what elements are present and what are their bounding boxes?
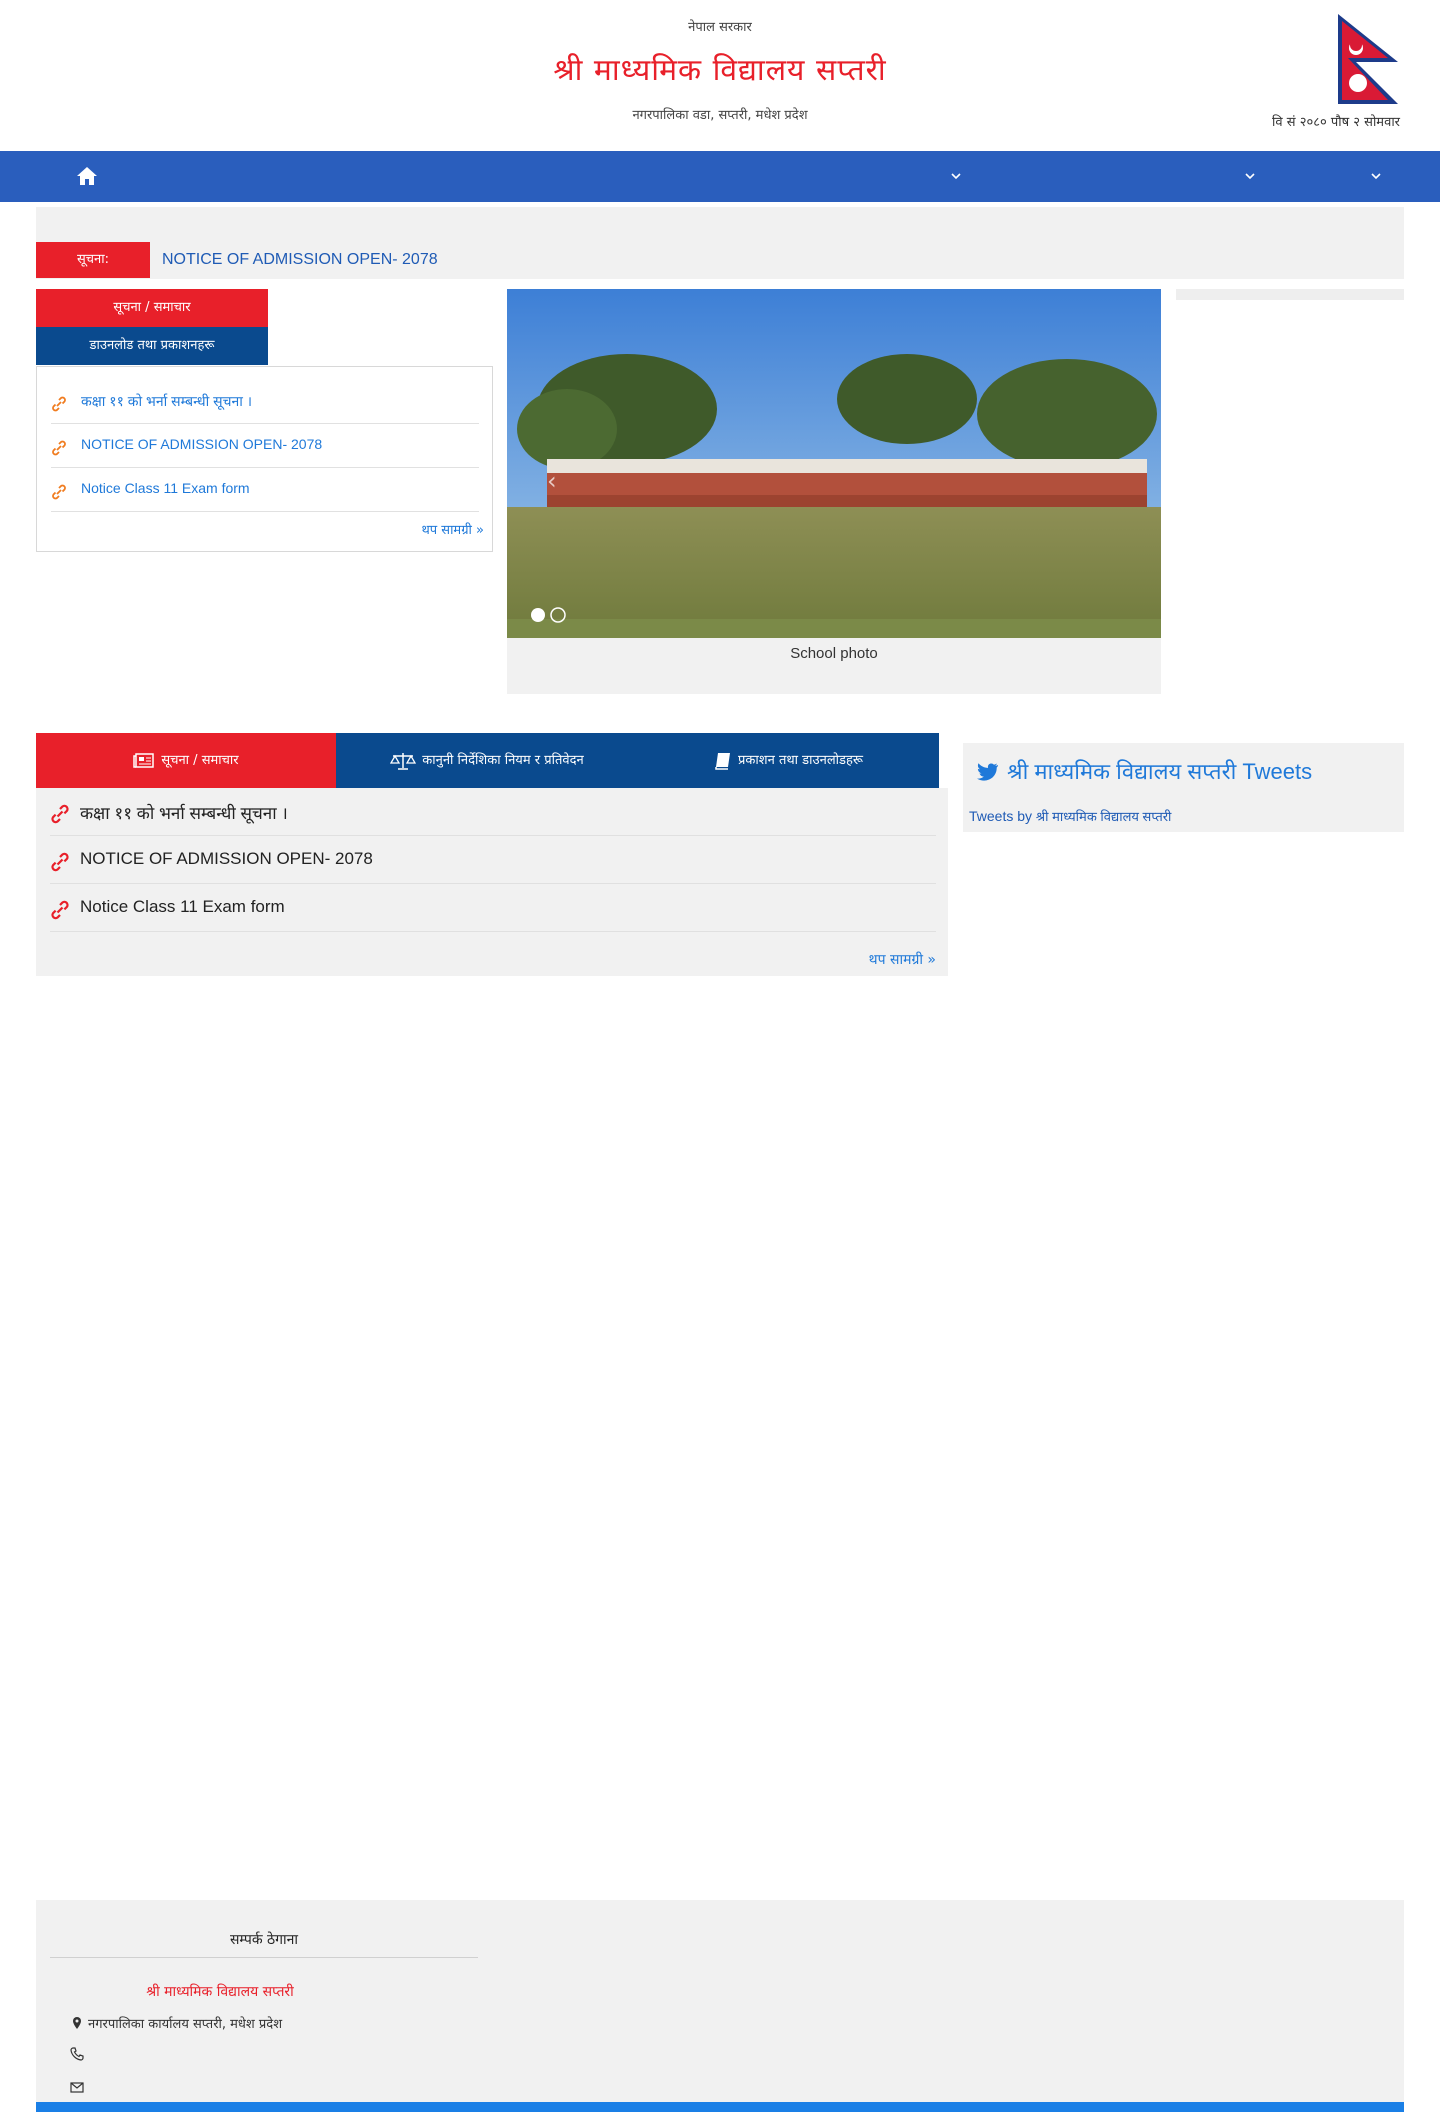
footer-school-name: श्री माध्यमिक विद्यालय सप्तरी — [146, 1984, 294, 2000]
home-icon[interactable] — [74, 163, 100, 189]
list-item[interactable]: Notice Class 11 Exam form — [51, 468, 479, 512]
chevron-down-icon[interactable] — [1369, 169, 1383, 183]
list-item[interactable]: Notice Class 11 Exam form — [50, 884, 936, 932]
notice-list-panel: कक्षा ११ को भर्ना सम्बन्धी सूचना । NOTIC… — [36, 366, 493, 552]
main-navbar — [0, 151, 1440, 202]
twitter-title-text: श्री माध्यमिक विद्यालय सप्तरी Tweets — [1007, 759, 1313, 784]
footer-phone-row — [70, 2047, 88, 2063]
phone-icon — [70, 2047, 84, 2061]
tab-laws[interactable]: कानुनी निर्देशिका नियम र प्रतिवेदन — [336, 733, 638, 788]
footer-address-row: नगरपालिका कार्यालय सप्तरी, मधेश प्रदेश — [70, 2014, 282, 2032]
list-item[interactable]: NOTICE OF ADMISSION OPEN- 2078 — [50, 836, 936, 884]
nepal-flag-icon — [1338, 14, 1398, 104]
tweets-by-name: श्री माध्यमिक विद्यालय सप्तरी — [1035, 809, 1172, 824]
link-icon — [51, 852, 69, 872]
view-more-link[interactable]: थप सामग्री » — [869, 950, 936, 969]
footer-bottom-bar — [36, 2102, 1404, 2112]
tab-label: प्रकाशन तथा डाउनलोडहरू — [738, 753, 863, 768]
notice-link[interactable]: कक्षा ११ को भर्ना सम्बन्धी सूचना । — [80, 801, 288, 824]
footer-divider — [50, 1957, 478, 1958]
tab-content-panel: कक्षा ११ को भर्ना सम्बन्धी सूचना । NOTIC… — [36, 788, 948, 976]
book-icon — [715, 752, 731, 770]
ticker-link[interactable]: NOTICE OF ADMISSION OPEN- 2078 — [162, 242, 438, 278]
notice-link[interactable]: NOTICE OF ADMISSION OPEN- 2078 — [81, 436, 322, 452]
sidebar-placeholder — [1176, 289, 1404, 300]
twitter-widget: श्री माध्यमिक विद्यालय सप्तरी Tweets Twe… — [963, 743, 1404, 832]
ticker-label: सूचना: — [36, 242, 150, 278]
envelope-icon — [70, 2082, 84, 2093]
slider-prev-icon[interactable]: ‹ — [547, 467, 557, 495]
newspaper-icon — [133, 752, 155, 768]
site-title[interactable]: श्री माध्यमिक विद्यालय सप्तरी — [0, 48, 1440, 89]
site-footer: सम्पर्क ठेगाना श्री माध्यमिक विद्यालय सप… — [36, 1900, 1404, 2112]
chevron-down-icon[interactable] — [949, 169, 963, 183]
list-item[interactable]: NOTICE OF ADMISSION OPEN- 2078 — [51, 424, 479, 468]
twitter-icon — [977, 763, 998, 781]
twitter-title[interactable]: श्री माध्यमिक विद्यालय सप्तरी Tweets — [977, 756, 1312, 786]
tab-label: कानुनी निर्देशिका नियम र प्रतिवेदन — [422, 753, 584, 768]
footer-email-row — [70, 2080, 88, 2096]
slider-caption: School photo — [790, 645, 878, 662]
notice-link[interactable]: Notice Class 11 Exam form — [80, 897, 285, 917]
notice-link[interactable]: NOTICE OF ADMISSION OPEN- 2078 — [80, 849, 373, 869]
chevron-down-icon[interactable] — [1243, 169, 1257, 183]
site-header: नेपाल सरकार श्री माध्यमिक विद्यालय सप्तर… — [0, 0, 1440, 151]
link-icon — [51, 804, 69, 824]
tab-news[interactable]: सूचना / समाचार — [36, 733, 336, 788]
balance-scale-icon — [390, 752, 417, 770]
image-slider: ‹ School photo — [507, 289, 1161, 694]
footer-heading: सम्पर्क ठेगाना — [229, 1932, 299, 1948]
notice-link[interactable]: कक्षा ११ को भर्ना सम्बन्धी सूचना । — [81, 392, 252, 411]
notice-link[interactable]: Notice Class 11 Exam form — [81, 480, 250, 496]
nepali-date: वि सं २०८० पौष २ सोमवार — [1272, 115, 1400, 130]
link-icon — [52, 484, 66, 500]
map-marker-icon — [73, 2017, 81, 2029]
link-icon — [51, 900, 69, 920]
tab-downloads[interactable]: डाउनलोड तथा प्रकाशनहरू — [36, 327, 268, 365]
tab-label: सूचना / समाचार — [161, 753, 239, 768]
footer-address: नगरपालिका कार्यालय सप्तरी, मधेश प्रदेश — [88, 2017, 283, 2032]
tab-publications[interactable]: प्रकाशन तथा डाउनलोडहरू — [638, 733, 939, 788]
tab-news[interactable]: सूचना / समाचार — [36, 289, 268, 327]
view-more-link[interactable]: थप सामग्री » — [421, 520, 484, 538]
list-item[interactable]: कक्षा ११ को भर्ना सम्बन्धी सूचना । — [51, 380, 479, 424]
tweets-by-link[interactable]: Tweets by श्री माध्यमिक विद्यालय सप्तरी — [969, 807, 1171, 825]
content-tabs: सूचना / समाचार कानुनी निर्देशिका नियम र … — [36, 733, 939, 788]
news-ticker: सूचना: NOTICE OF ADMISSION OPEN- 2078 — [36, 207, 1404, 279]
link-icon — [52, 440, 66, 456]
school-photo — [507, 289, 1161, 638]
tweets-by-prefix: Tweets by — [969, 808, 1033, 824]
link-icon — [52, 396, 66, 412]
list-item[interactable]: कक्षा ११ को भर्ना सम्बन्धी सूचना । — [50, 788, 936, 836]
government-line: नेपाल सरकार — [688, 20, 752, 35]
